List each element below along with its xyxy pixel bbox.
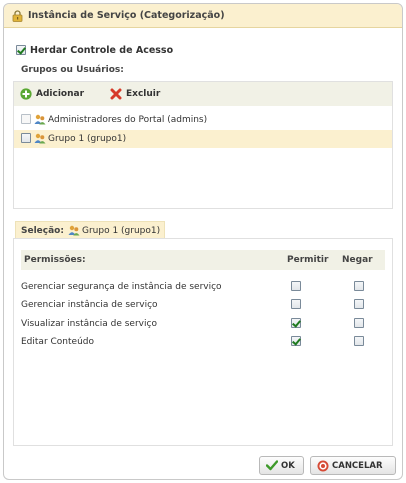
groups-users-label: Grupos ou Usuários: [21, 65, 124, 75]
member-checkbox[interactable] [21, 114, 31, 124]
permissions-column-header: Permissões: [24, 255, 86, 265]
member-checkbox[interactable] [21, 133, 31, 143]
check-icon [266, 460, 278, 471]
selection-tab: Seleção: Grupo 1 (grupo1) [15, 221, 165, 239]
permissions-panel: Permissões: Permitir Negar Gerenciar seg… [13, 238, 393, 446]
dialog-title: Instância de Serviço (Categorização) [28, 10, 225, 21]
inherit-label: Herdar Controle de Acesso [30, 45, 174, 56]
member-label: Administradores do Portal (admins) [48, 115, 208, 125]
group-icon [34, 133, 46, 144]
deny-checkbox[interactable] [354, 281, 364, 291]
deny-checkbox[interactable] [354, 318, 364, 328]
member-label: Grupo 1 (grupo1) [48, 134, 127, 144]
cancel-icon [317, 460, 329, 472]
plus-icon [20, 88, 32, 100]
ok-button-label: OK [281, 461, 295, 471]
permission-row: Visualizar instância de serviço [14, 316, 392, 334]
lock-icon [12, 10, 23, 22]
permission-name: Visualizar instância de serviço [21, 319, 157, 329]
group-icon [68, 225, 80, 236]
delete-button[interactable]: Excluir [110, 88, 174, 100]
ok-button[interactable]: OK [259, 456, 304, 475]
allow-checkbox[interactable] [291, 336, 301, 346]
list-item-admins[interactable]: Administradores do Portal (admins) [14, 111, 392, 129]
selection-value: Grupo 1 (grupo1) [82, 226, 161, 236]
groups-toolbar: Adicionar Excluir [14, 82, 392, 106]
permission-name: Gerenciar instância de serviço [21, 300, 158, 310]
list-item-grupo1[interactable]: Grupo 1 (grupo1) [14, 130, 392, 148]
permission-row: Gerenciar instância de serviço [14, 297, 392, 315]
permission-row: Editar Conteúdo [14, 334, 392, 352]
group-icon [34, 114, 46, 125]
dialog-titlebar: Instância de Serviço (Categorização) [4, 4, 402, 28]
allow-column-header: Permitir [287, 255, 329, 265]
selection-label: Seleção: [21, 226, 64, 236]
delete-button-label: Excluir [126, 89, 161, 99]
allow-checkbox[interactable] [291, 281, 301, 291]
deny-column-header: Negar [342, 255, 373, 265]
inherit-checkbox[interactable] [16, 45, 26, 55]
cancel-button[interactable]: CANCELAR [310, 456, 396, 475]
service-instance-dialog: Instância de Serviço (Categorização) Her… [3, 3, 403, 480]
permissions-header: Permissões: Permitir Negar [21, 250, 385, 270]
permission-name: Gerenciar segurança de instância de serv… [21, 282, 222, 292]
groups-list-panel: Adicionar Excluir Administradores do Por… [13, 81, 393, 209]
allow-checkbox[interactable] [291, 299, 301, 309]
permission-row: Gerenciar segurança de instância de serv… [14, 279, 392, 297]
permission-name: Editar Conteúdo [21, 337, 94, 347]
deny-checkbox[interactable] [354, 299, 364, 309]
add-button-label: Adicionar [36, 89, 85, 99]
allow-checkbox[interactable] [291, 318, 301, 328]
delete-x-icon [110, 88, 122, 100]
deny-checkbox[interactable] [354, 336, 364, 346]
cancel-button-label: CANCELAR [332, 461, 383, 471]
add-button[interactable]: Adicionar [20, 88, 100, 100]
